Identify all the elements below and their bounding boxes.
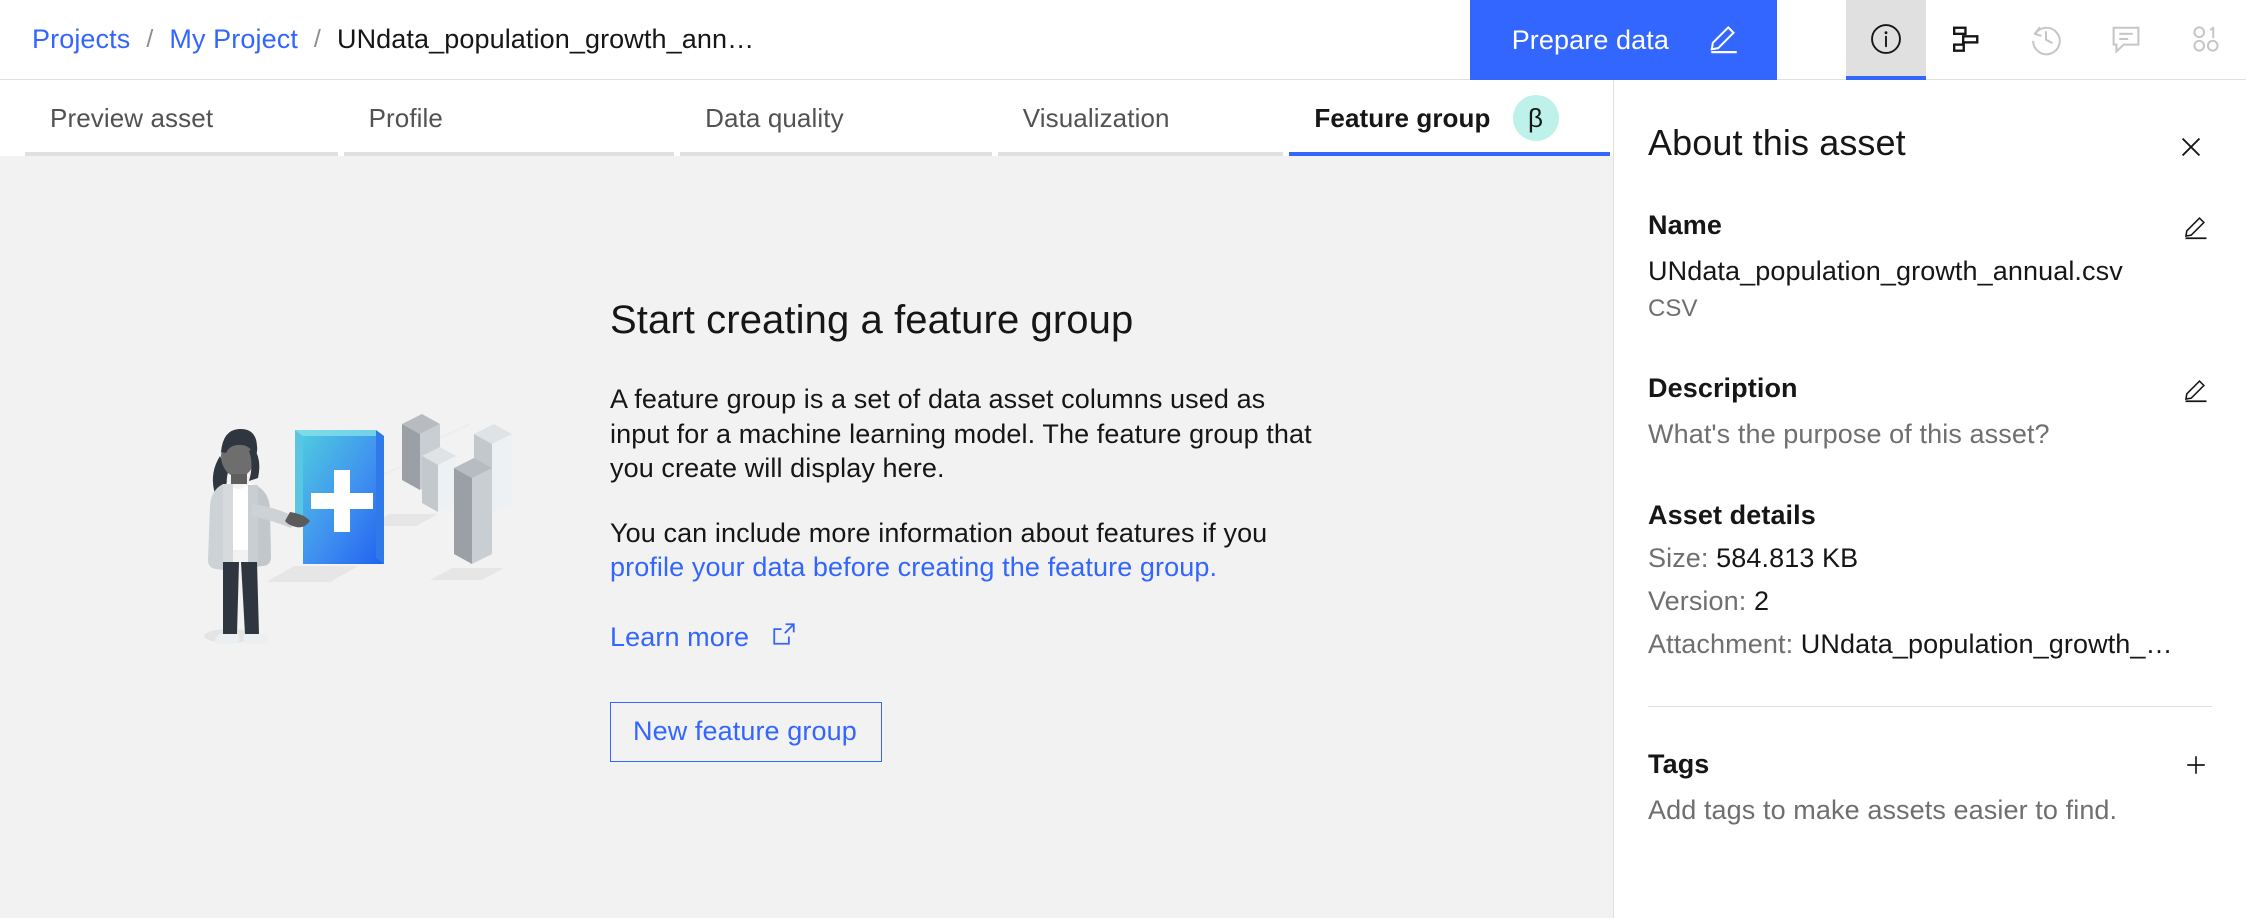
asset-tags-label: Tags xyxy=(1648,749,1710,779)
tab-bar: Preview asset Profile Data quality Visua… xyxy=(0,80,1613,156)
edit-name-button[interactable] xyxy=(2180,210,2212,242)
asset-tags-section: Tags Add tags to make assets easier to f… xyxy=(1648,749,2212,826)
asset-main-pane: Preview asset Profile Data quality Visua… xyxy=(0,80,1614,918)
asset-description-header: Description xyxy=(1648,373,2212,405)
asset-tags-empty-text: Add tags to make assets easier to find. xyxy=(1648,795,2118,825)
comment-icon xyxy=(2108,21,2144,60)
person-adding-feature-group-illustration xyxy=(190,386,590,721)
empty-state-paragraph-2: You can include more information about f… xyxy=(610,516,1330,585)
asset-detail-row: Size: 584.813 KB xyxy=(1648,543,2212,574)
asset-details-section: Asset details Size: 584.813 KB Version: … xyxy=(1648,500,2212,660)
breadcrumb-separator-1: / xyxy=(146,25,154,53)
lineage-icon-button[interactable] xyxy=(1926,0,2006,80)
asset-detail-row: Version: 2 xyxy=(1648,586,2212,617)
new-feature-group-label: New feature group xyxy=(633,716,857,747)
information-icon-button[interactable] xyxy=(1846,0,1926,80)
breadcrumb-separator-2: / xyxy=(313,25,321,53)
asset-description-section: Description What's the purpose of this a… xyxy=(1648,373,2212,450)
asset-name-header: Name xyxy=(1648,210,2212,242)
comment-icon-button[interactable] xyxy=(2086,0,2166,80)
edit-description-button[interactable] xyxy=(2180,373,2212,405)
beta-badge: β xyxy=(1512,95,1559,141)
tab-data-quality[interactable]: Data quality xyxy=(677,80,995,156)
asset-detail-key: Version: xyxy=(1648,586,1747,616)
binary-data-icon xyxy=(2188,21,2224,60)
new-feature-group-button[interactable]: New feature group xyxy=(610,701,882,762)
breadcrumb-my-project[interactable]: My Project xyxy=(169,24,298,55)
close-icon xyxy=(2176,137,2206,165)
asset-description-placeholder: What's the purpose of this asset? xyxy=(1648,419,2050,449)
add-tag-button[interactable] xyxy=(2180,749,2212,781)
asset-detail-value: 2 xyxy=(1753,586,1770,616)
tab-profile[interactable]: Profile xyxy=(341,80,678,156)
empty-state-paragraph-2-text: You can include more information about f… xyxy=(610,517,1268,548)
breadcrumb-current-asset: UNdata_population_growth_ann… xyxy=(336,24,755,54)
asset-name-value: UNdata_population_growth_annual.csv xyxy=(1648,256,2123,286)
tab-label: Feature group xyxy=(1314,102,1491,133)
pencil-icon xyxy=(2182,217,2210,243)
empty-state-paragraph-1: A feature group is a set of data asset c… xyxy=(610,384,1312,484)
tab-label: Data quality xyxy=(705,102,844,133)
asset-detail-value: UNdata_population_growth_… xyxy=(1800,629,2173,659)
asset-description-label: Description xyxy=(1648,373,1798,403)
page-body: Preview asset Profile Data quality Visua… xyxy=(0,80,2246,918)
tab-feature-group[interactable]: Feature group β xyxy=(1286,80,1613,156)
empty-state-copy: Start creating a feature group A feature… xyxy=(610,266,1330,762)
about-panel-title: About this asset xyxy=(1648,122,1906,163)
asset-name-label: Name xyxy=(1648,210,1722,240)
breadcrumb: Projects / My Project / UNdata_populatio… xyxy=(0,0,1470,79)
about-this-asset-panel: About this asset Name UNdata_population_… xyxy=(1614,80,2246,918)
binary-data-icon-button[interactable] xyxy=(2166,0,2246,80)
tab-preview-asset[interactable]: Preview asset xyxy=(22,80,341,156)
asset-detail-key: Attachment: xyxy=(1648,629,1794,659)
learn-more-label: Learn more xyxy=(610,621,750,652)
about-panel-header: About this asset xyxy=(1648,80,2212,168)
close-panel-button[interactable] xyxy=(2170,126,2212,168)
asset-detail-row: Attachment: UNdata_population_growth_… xyxy=(1648,629,2212,660)
feature-group-empty-state: Start creating a feature group A feature… xyxy=(0,156,1613,918)
tab-label: Profile xyxy=(368,102,443,133)
asset-name-section: Name UNdata_population_growth_annual.csv… xyxy=(1648,210,2212,323)
pencil-icon xyxy=(2182,380,2210,406)
top-bar: Projects / My Project / UNdata_populatio… xyxy=(0,0,2246,80)
profile-data-link[interactable]: profile your data before creating the fe… xyxy=(610,552,1217,582)
asset-detail-key: Size: xyxy=(1648,543,1709,573)
learn-more-link[interactable]: Learn more xyxy=(610,621,797,654)
pencil-icon xyxy=(1707,20,1741,61)
breadcrumb-projects[interactable]: Projects xyxy=(32,24,130,55)
asset-page: Projects / My Project / UNdata_populatio… xyxy=(0,0,2246,918)
asset-tags-header: Tags xyxy=(1648,749,2212,781)
tab-visualization[interactable]: Visualization xyxy=(995,80,1287,156)
lineage-icon xyxy=(1948,21,1984,60)
tab-label: Preview asset xyxy=(50,102,214,133)
topbar-spacer xyxy=(1777,0,1846,79)
prepare-data-label: Prepare data xyxy=(1511,24,1669,55)
prepare-data-button[interactable]: Prepare data xyxy=(1469,0,1777,80)
page-title: Start creating a feature group xyxy=(610,298,1134,342)
toolbar-icon-group xyxy=(1846,0,2246,80)
external-link-icon xyxy=(771,621,797,654)
panel-divider xyxy=(1648,706,2212,707)
history-icon-button[interactable] xyxy=(2006,0,2086,80)
history-icon xyxy=(2028,21,2064,60)
asset-format-value: CSV xyxy=(1648,295,1698,322)
asset-details-label: Asset details xyxy=(1648,500,1816,530)
plus-icon xyxy=(2182,756,2210,782)
information-icon xyxy=(1868,21,1904,60)
asset-detail-value: 584.813 KB xyxy=(1716,543,1859,573)
tab-label: Visualization xyxy=(1022,102,1170,133)
